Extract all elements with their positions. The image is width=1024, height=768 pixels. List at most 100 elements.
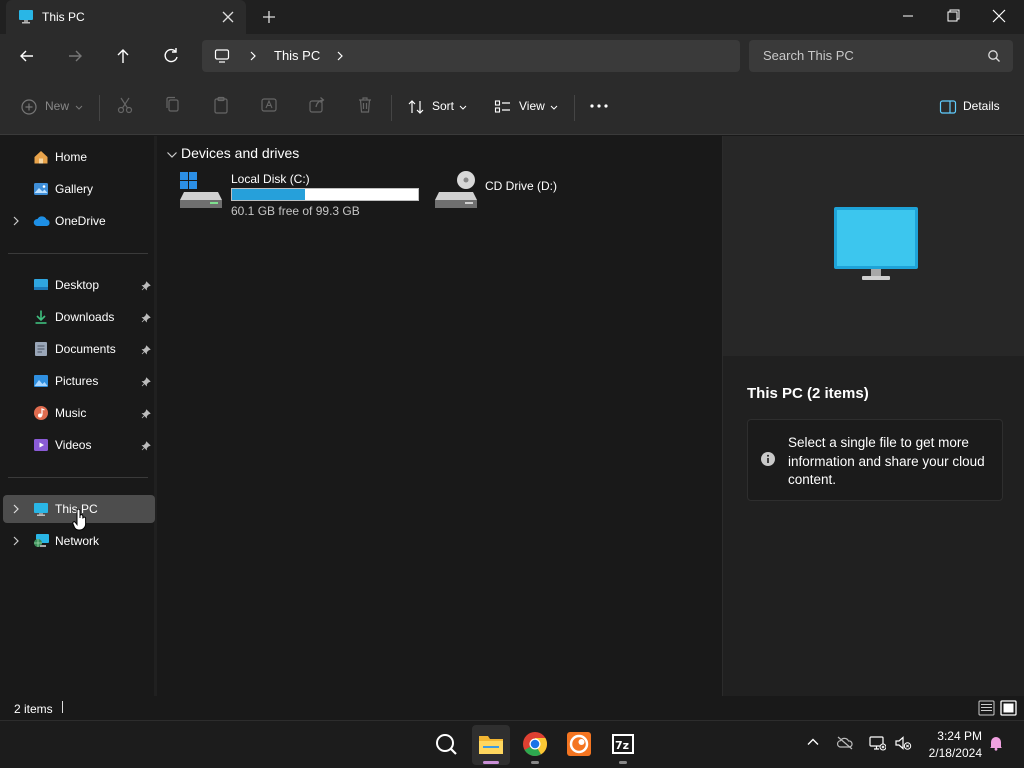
taskbar-file-explorer[interactable] xyxy=(472,725,510,765)
taskbar-7zip[interactable]: 7z xyxy=(604,725,642,765)
network-status-button[interactable] xyxy=(868,735,887,754)
sidebar-item-home[interactable]: Home xyxy=(3,143,155,171)
local-disk-icon xyxy=(178,170,224,213)
active-indicator xyxy=(483,761,499,764)
sidebar-item-downloads[interactable]: Downloads xyxy=(3,303,155,331)
more-icon xyxy=(590,104,608,108)
item-count: 2 items xyxy=(14,702,53,716)
sidebar-item-gallery[interactable]: Gallery xyxy=(3,175,155,203)
search-icon xyxy=(436,734,457,755)
gallery-icon xyxy=(33,181,49,200)
section-header-devices-and-drives[interactable]: Devices and drives xyxy=(181,145,299,161)
close-icon xyxy=(222,11,234,23)
share-button[interactable] xyxy=(308,95,326,119)
chevron-right-icon[interactable] xyxy=(11,535,21,550)
file-list-area[interactable]: Devices and drives Local Disk (C:) 60.1 … xyxy=(160,136,722,696)
cut-button[interactable] xyxy=(116,95,134,119)
taskbar-crunchyroll[interactable] xyxy=(560,725,598,765)
clipboard-icon xyxy=(214,96,228,114)
hand-cursor-icon xyxy=(72,508,88,534)
sidebar-item-music[interactable]: Music xyxy=(3,399,155,427)
delete-button[interactable] xyxy=(356,95,374,119)
sidebar-item-pictures[interactable]: Pictures xyxy=(3,367,155,395)
this-pc-icon xyxy=(33,501,49,520)
videos-icon xyxy=(33,437,49,456)
up-button[interactable] xyxy=(109,43,137,69)
sidebar-item-documents[interactable]: Documents xyxy=(3,335,155,363)
downloads-icon xyxy=(33,309,49,328)
address-bar[interactable]: This PC xyxy=(202,40,740,72)
details-view-button[interactable] xyxy=(978,700,995,716)
details-preview xyxy=(723,136,1024,356)
refresh-icon xyxy=(164,48,178,63)
clock-date[interactable]: 2/18/2024 xyxy=(922,746,982,760)
more-options-button[interactable] xyxy=(589,95,609,119)
pin-icon xyxy=(141,279,151,294)
paste-button[interactable] xyxy=(212,95,230,119)
forward-button[interactable] xyxy=(61,43,89,69)
info-message: Select a single file to get more informa… xyxy=(788,435,985,487)
close-window-button[interactable] xyxy=(984,3,1014,29)
clock-time[interactable]: 3:24 PM xyxy=(930,729,982,743)
toolbar-divider xyxy=(99,95,100,121)
title-bar: This PC xyxy=(0,0,1024,34)
sidebar-item-desktop[interactable]: Desktop xyxy=(3,271,155,299)
volume-button[interactable] xyxy=(894,735,912,754)
tab-this-pc[interactable]: This PC xyxy=(6,0,246,34)
sidebar-divider xyxy=(8,477,148,478)
pin-icon xyxy=(141,375,151,390)
taskbar-search-button[interactable] xyxy=(428,725,466,765)
chevron-down-icon xyxy=(550,105,558,110)
refresh-button[interactable] xyxy=(157,43,185,69)
arrow-left-icon xyxy=(20,50,33,62)
rename-icon xyxy=(261,98,277,112)
sort-button[interactable]: Sort xyxy=(407,95,469,119)
onedrive-offline-icon xyxy=(836,736,853,750)
network-disconnected-icon xyxy=(869,736,887,751)
volume-muted-icon xyxy=(895,736,912,750)
this-pc-icon xyxy=(18,9,34,27)
minimize-icon xyxy=(903,15,913,17)
show-hidden-icons-button[interactable] xyxy=(806,735,820,752)
details-pane: This PC (2 items) Select a single file t… xyxy=(722,136,1024,696)
restore-icon xyxy=(947,9,960,22)
search-input[interactable]: Search This PC xyxy=(749,40,1013,72)
arrow-up-icon xyxy=(117,49,129,63)
status-bar: 2 items xyxy=(0,696,1024,720)
info-card: Select a single file to get more informa… xyxy=(747,419,1003,501)
taskbar-chrome[interactable] xyxy=(516,725,554,765)
chevron-right-icon[interactable] xyxy=(11,215,21,230)
new-tab-button[interactable] xyxy=(258,7,280,27)
sidebar-item-onedrive[interactable]: OneDrive xyxy=(3,207,155,235)
onedrive-status-button[interactable] xyxy=(836,735,854,754)
sidebar-item-videos[interactable]: Videos xyxy=(3,431,155,459)
back-button[interactable] xyxy=(13,43,41,69)
status-divider xyxy=(62,701,63,713)
notifications-button[interactable] xyxy=(988,735,1004,754)
rename-button[interactable] xyxy=(260,95,278,119)
drive-cd-drive-d[interactable]: CD Drive (D:) xyxy=(433,170,573,218)
navigation-pane: Home Gallery OneDrive Desktop Downloads xyxy=(0,136,157,696)
this-pc-large-icon xyxy=(833,206,919,287)
minimize-button[interactable] xyxy=(893,3,923,29)
new-button[interactable]: New xyxy=(20,95,84,119)
chevron-right-icon[interactable] xyxy=(335,50,345,65)
share-icon xyxy=(309,97,325,113)
sort-icon xyxy=(408,100,424,114)
view-button[interactable]: View xyxy=(494,95,560,119)
running-indicator xyxy=(619,761,627,764)
drive-local-disk-c[interactable]: Local Disk (C:) 60.1 GB free of 99.3 GB xyxy=(178,170,423,218)
plus-circle-icon xyxy=(21,99,37,115)
close-tab-button[interactable] xyxy=(218,7,238,27)
breadcrumb-this-pc[interactable]: This PC xyxy=(274,48,320,63)
chevron-down-icon[interactable] xyxy=(166,148,178,163)
chevron-right-icon[interactable] xyxy=(248,50,258,65)
restore-button[interactable] xyxy=(938,3,968,29)
copy-button[interactable] xyxy=(164,95,182,119)
tab-title: This PC xyxy=(42,10,85,24)
bell-icon xyxy=(990,737,1002,751)
details-pane-button[interactable]: Details xyxy=(939,95,1009,119)
large-icons-view-button[interactable] xyxy=(1000,700,1017,716)
chevron-right-icon[interactable] xyxy=(11,503,21,518)
sidebar-divider xyxy=(8,253,148,254)
